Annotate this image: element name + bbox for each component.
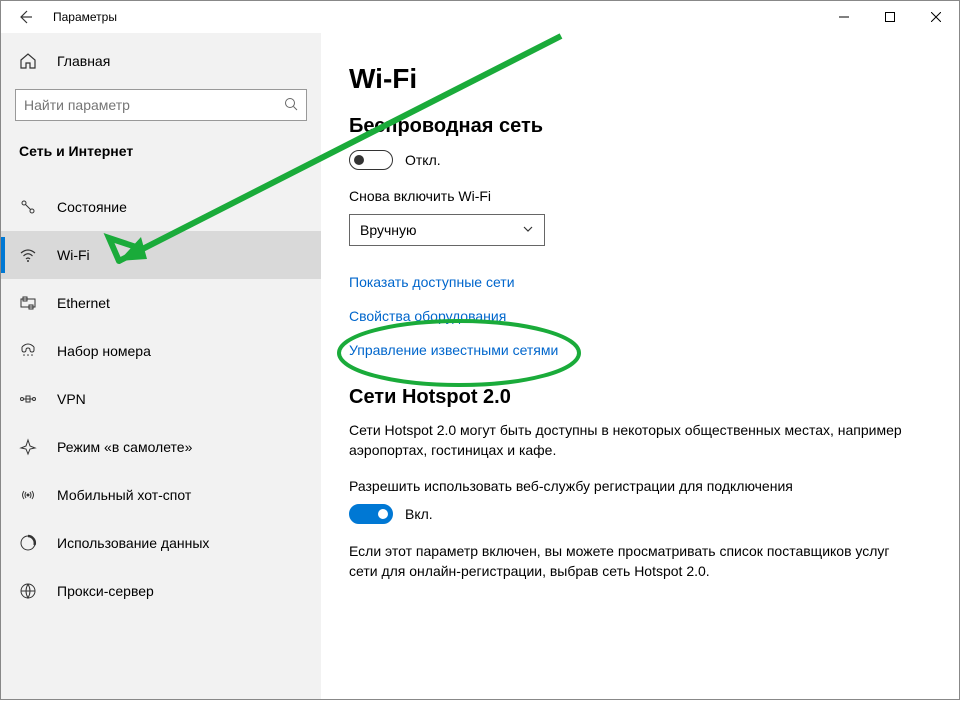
wireless-heading: Беспроводная сеть [349,115,931,138]
reconnect-dropdown[interactable]: Вручную [349,214,545,246]
sidebar-item-label: Режим «в самолете» [57,439,192,455]
hotspot-toggle[interactable] [349,504,393,524]
hotspot-intro: Сети Hotspot 2.0 могут быть доступны в н… [349,421,909,460]
sidebar-item-label: Wi-Fi [57,247,90,263]
ethernet-icon [19,294,37,312]
sidebar-section-label: Сеть и Интернет [1,129,321,167]
sidebar-item-hotspot[interactable]: Мобильный хот-спот [1,471,321,519]
minimize-icon [839,12,849,22]
window-title: Параметры [49,10,117,24]
sidebar-item-datausage[interactable]: Использование данных [1,519,321,567]
maximize-icon [885,12,895,22]
reconnect-value: Вручную [360,222,417,238]
sidebar-item-vpn[interactable]: VPN [1,375,321,423]
data-usage-icon [19,534,37,552]
home-label: Главная [57,53,110,69]
search-field[interactable] [24,97,284,113]
reconnect-label: Снова включить Wi-Fi [349,188,931,204]
wireless-toggle-state: Откл. [405,152,441,168]
sidebar-item-status[interactable]: Состояние [1,183,321,231]
hotspot-desc: Если этот параметр включен, вы можете пр… [349,542,909,581]
chevron-down-icon [522,222,534,238]
home-button[interactable]: Главная [1,41,321,81]
close-icon [931,12,941,22]
maximize-button[interactable] [867,1,913,33]
wireless-toggle[interactable] [349,150,393,170]
minimize-button[interactable] [821,1,867,33]
link-hardware-properties[interactable]: Свойства оборудования [349,308,931,324]
wifi-icon [19,246,37,264]
sidebar-item-label: Набор номера [57,343,151,359]
page-title: Wi-Fi [349,63,931,95]
hotspot-allow-label: Разрешить использовать веб-службу регист… [349,478,931,494]
sidebar-item-dialup[interactable]: Набор номера [1,327,321,375]
sidebar-item-label: Мобильный хот-спот [57,487,191,503]
vpn-icon [19,390,37,408]
close-button[interactable] [913,1,959,33]
back-button[interactable] [1,1,49,33]
sidebar-item-label: Прокси-сервер [57,583,154,599]
proxy-icon [19,582,37,600]
status-icon [19,198,37,216]
title-bar: Параметры [1,1,959,33]
home-icon [19,52,37,70]
dialup-icon [19,342,37,360]
sidebar-item-label: Ethernet [57,295,110,311]
arrow-left-icon [17,9,33,25]
link-available-networks[interactable]: Показать доступные сети [349,274,931,290]
sidebar-item-label: VPN [57,391,86,407]
main-content: Wi-Fi Беспроводная сеть Откл. Снова вклю… [321,33,959,699]
sidebar-item-proxy[interactable]: Прокси-сервер [1,567,321,615]
sidebar-item-airplane[interactable]: Режим «в самолете» [1,423,321,471]
sidebar-item-ethernet[interactable]: Ethernet [1,279,321,327]
link-known-networks[interactable]: Управление известными сетями [349,342,931,358]
sidebar-item-label: Состояние [57,199,127,215]
airplane-icon [19,438,37,456]
search-icon [284,97,298,114]
sidebar-item-label: Использование данных [57,535,209,551]
hotspot-icon [19,486,37,504]
sidebar: Главная Сеть и Интернет Состояние [1,33,321,699]
hotspot-toggle-state: Вкл. [405,506,433,522]
sidebar-item-wifi[interactable]: Wi-Fi [1,231,321,279]
search-input[interactable] [15,89,307,121]
hotspot-heading: Сети Hotspot 2.0 [349,386,931,409]
